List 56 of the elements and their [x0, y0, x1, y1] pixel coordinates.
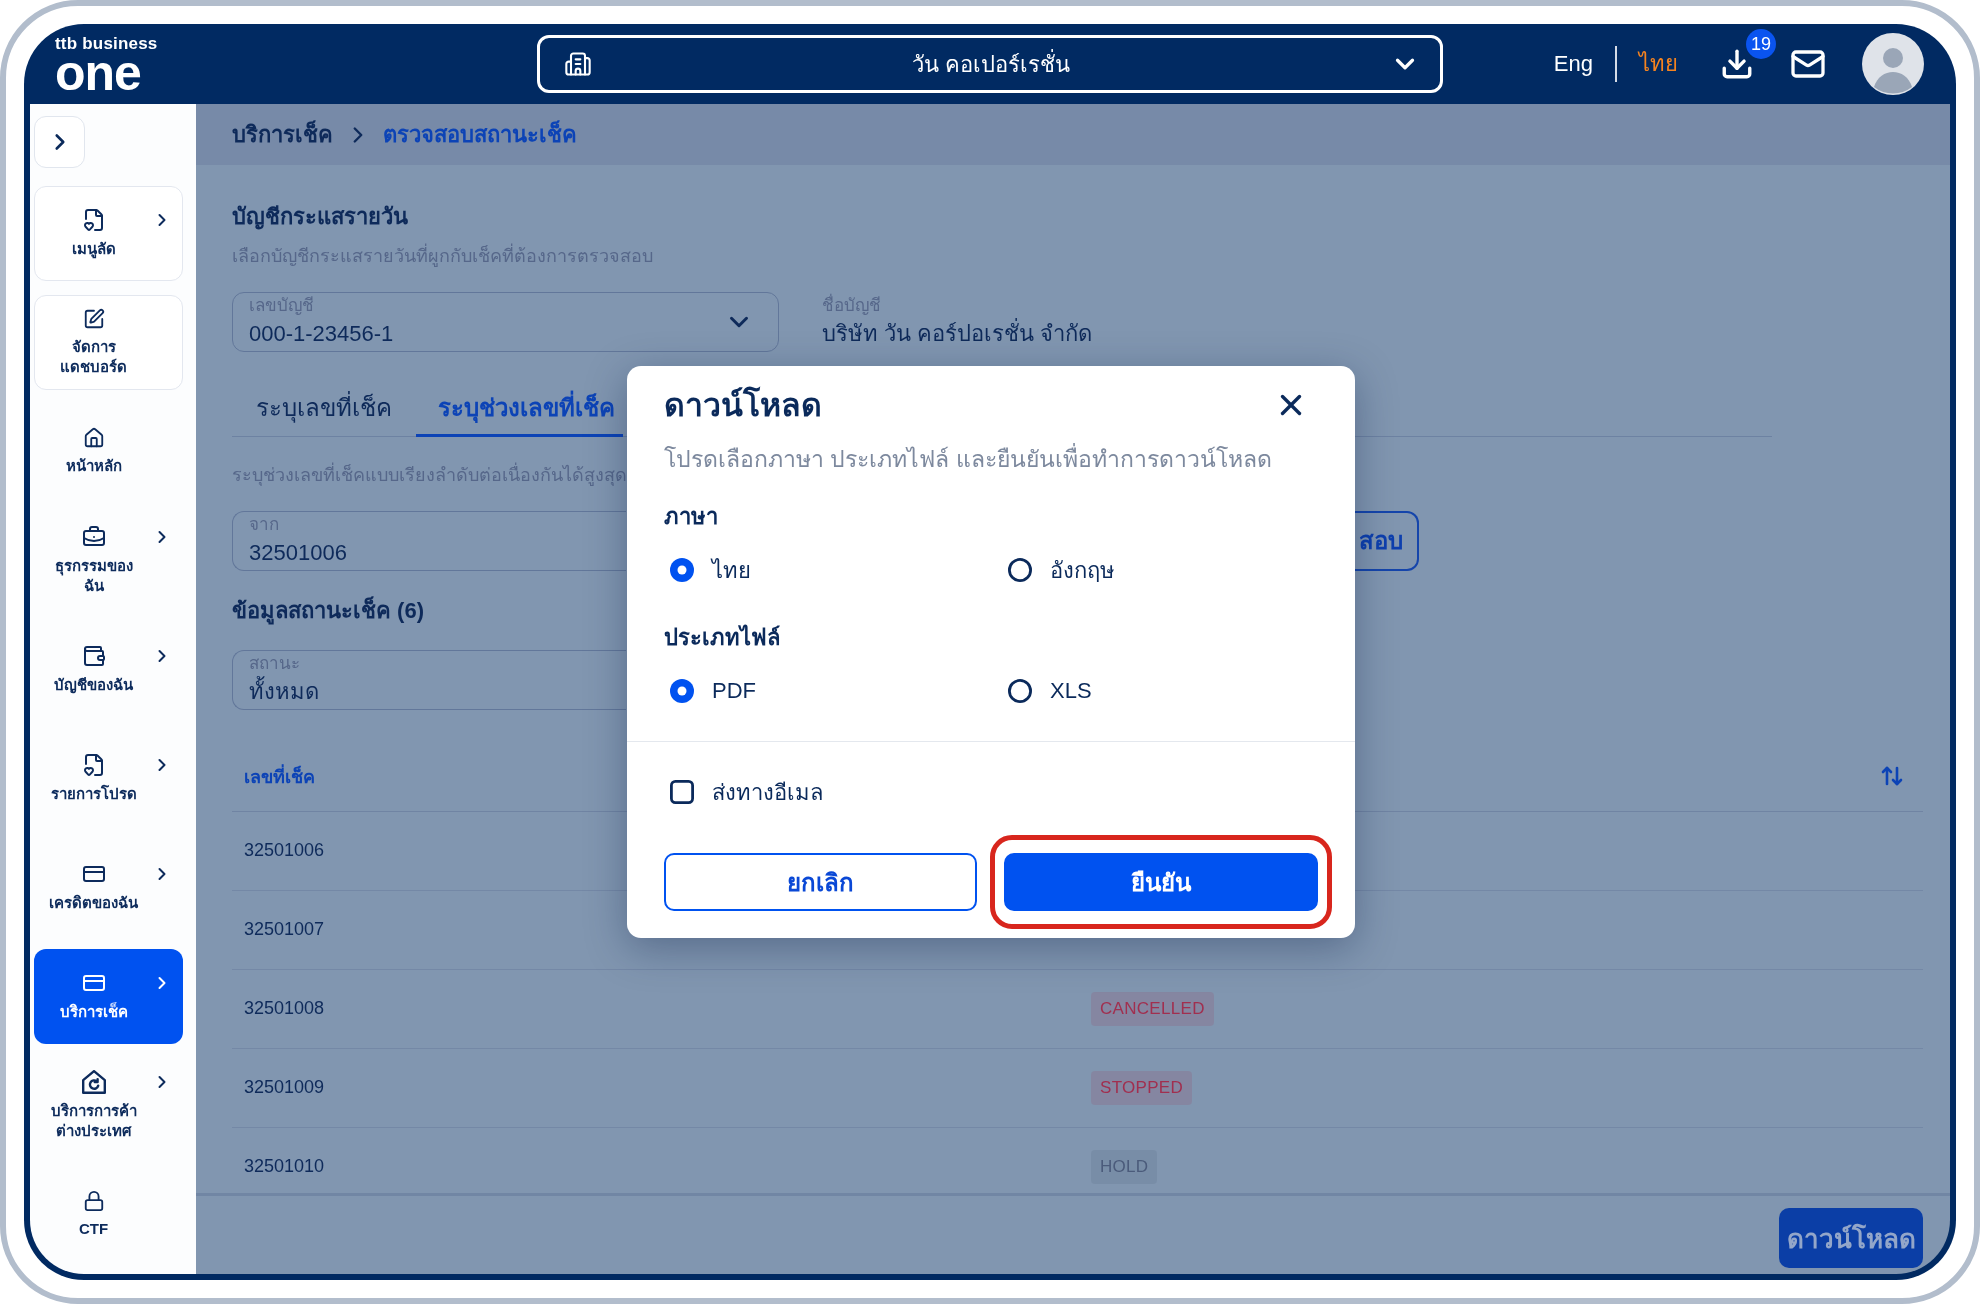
count-badge: 19: [1746, 29, 1776, 59]
building-icon: [564, 50, 592, 78]
table-cell-text: 32501006: [243, 840, 325, 861]
sidebar-item[interactable]: บริการการค้า ต่างประเทศ: [34, 1058, 183, 1153]
logo-tagline: ttb business: [55, 35, 158, 53]
house-arrow-icon: [81, 1070, 106, 1094]
expand-button[interactable]: [34, 116, 85, 168]
sidebar-item[interactable]: บัญชีของฉัน: [34, 622, 183, 717]
logo-wordmark: one: [55, 53, 141, 93]
account-name: บริษัท วัน คอร์ปอเรชั่น จำกัด: [822, 320, 1093, 348]
table-cell-text: 32501010: [243, 1156, 325, 1177]
radio-option[interactable]: PDF: [670, 671, 756, 711]
table-cell-text: 32501008: [243, 998, 325, 1019]
company-dropdown[interactable]: วัน คอเปอร์เรชั่น: [537, 35, 1443, 93]
section-title: บัญชีกระแสรายวัน: [232, 203, 408, 232]
field-value: 000-1-23456-1: [249, 320, 394, 348]
sidebar-item[interactable]: รายการโปรด: [34, 731, 183, 826]
language-option[interactable]: ไทย: [1639, 49, 1678, 79]
cancel-button[interactable]: ยกเลิก: [664, 853, 977, 911]
group-label: ประเภทไฟล์: [664, 623, 780, 652]
pen-square-icon: [82, 308, 105, 330]
sidebar-item[interactable]: CTF: [34, 1167, 183, 1262]
table-cell-text: 32501007: [243, 919, 325, 940]
document-heart-icon: [81, 753, 106, 777]
dialog-title: ดาวน์โหลด: [664, 385, 822, 425]
document-heart-icon: [81, 208, 106, 232]
table-cell-text: 32501009: [243, 1077, 325, 1098]
field-value: ทั้งหมด: [249, 677, 319, 706]
status-badge: STOPPED: [1091, 1070, 1193, 1105]
radio-option[interactable]: XLS: [1008, 671, 1092, 711]
language-option[interactable]: Eng: [1553, 49, 1593, 79]
lock-icon: [82, 1190, 105, 1212]
avatar[interactable]: [1862, 33, 1924, 95]
sort-icon[interactable]: [1880, 764, 1904, 788]
house-icon: [82, 427, 105, 449]
status-badge: CANCELLED: [1091, 991, 1214, 1026]
sidebar-item[interactable]: ธุรกรรมของ ฉัน: [34, 513, 183, 608]
group-label: ภาษา: [664, 503, 718, 531]
sidebar-item[interactable]: หน้าหลัก: [34, 404, 183, 499]
sidebar-item[interactable]: เครดิตของฉัน: [34, 840, 183, 935]
field-value: 32501006: [249, 538, 347, 567]
confirm-button[interactable]: ยืนยัน: [1004, 853, 1318, 911]
checkbox-option[interactable]: ส่งทางอีเมล: [670, 772, 823, 812]
tab[interactable]: ระบุเลขที่เช็ค: [232, 381, 416, 437]
sidebar-item[interactable]: บริการเช็ค: [34, 949, 183, 1044]
download-icon[interactable]: [1720, 47, 1754, 81]
wallet-icon: [81, 644, 106, 668]
download-button[interactable]: ดาวน์โหลด: [1779, 1208, 1923, 1268]
radio-option[interactable]: ไทย: [670, 550, 751, 590]
radio-option[interactable]: อังกฤษ: [1008, 550, 1115, 590]
sidebar-item[interactable]: เมนูลัด: [34, 186, 183, 281]
briefcase-icon: [81, 525, 106, 549]
breadcrumb-link[interactable]: บริการเช็ค: [232, 119, 333, 150]
dialog-description: โปรดเลือกภาษา ประเภทไฟล์ และยืนยันเพื่อทำการดาวน์โหลด: [664, 443, 1272, 475]
sidebar-item[interactable]: จัดการ แดชบอร์ด: [34, 295, 183, 390]
section-title: ข้อมูลสถานะเช็ค (6): [232, 595, 424, 626]
